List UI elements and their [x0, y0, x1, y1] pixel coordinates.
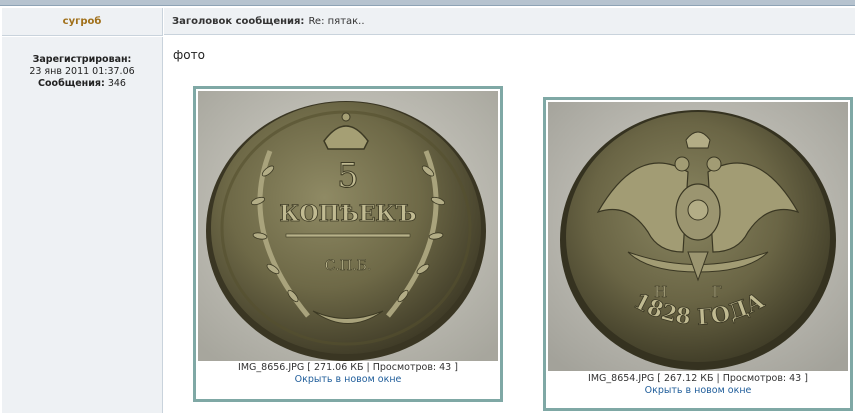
- coin-mint: С.П.Б.: [325, 258, 372, 274]
- registered-label: Зарегистрирован:: [32, 54, 132, 65]
- author-info: Зарегистрирован: 23 янв 2011 01:37.06 Со…: [2, 54, 162, 90]
- attachment-info-1: IMG_8656.JPG [ 271.06 КБ | Просмотров: 4…: [238, 362, 458, 373]
- attachment-image-2[interactable]: Н Г 1828 ГОДА: [548, 102, 848, 371]
- post-subject-cell: Заголовок сообщения: Re: пятак..: [164, 8, 855, 35]
- attachment-2: Н Г 1828 ГОДА IMG_8654.JPG [ 267.12 КБ |…: [543, 97, 853, 411]
- post-content: фото 5 КОПѢЕКЪ С.П.Б. IMG_8656.JPG [271…: [164, 37, 855, 413]
- post-body-text: фото: [173, 48, 205, 62]
- messages-count: 346: [107, 78, 126, 89]
- author-name[interactable]: сугроб: [63, 16, 102, 27]
- coin-word: КОПѢЕКЪ: [279, 201, 416, 227]
- author-profile-panel: Зарегистрирован: 23 янв 2011 01:37.06 Со…: [2, 37, 163, 413]
- post-author-cell: сугроб: [2, 8, 163, 36]
- attachment-caption-1: IMG_8656.JPG [ 271.06 КБ | Просмотров: 4…: [196, 362, 500, 386]
- coin-denomination: 5: [337, 156, 359, 196]
- messages-label: Сообщения:: [38, 78, 105, 89]
- registered-date: 23 янв 2011 01:37.06: [29, 66, 135, 77]
- coin-letters: Н Г: [654, 283, 742, 301]
- attachment-1: 5 КОПѢЕКЪ С.П.Б. IMG_8656.JPG [ 271.06 К…: [193, 86, 503, 402]
- subject-text: Re: пятак..: [308, 15, 365, 27]
- attachment-info-2: IMG_8654.JPG [ 267.12 КБ | Просмотров: 4…: [588, 373, 808, 384]
- subject-label: Заголовок сообщения:: [172, 15, 305, 27]
- open-in-new-window-link-2[interactable]: Окрыть в новом окне: [546, 385, 850, 397]
- attachment-image-1[interactable]: 5 КОПѢЕКЪ С.П.Б.: [198, 91, 498, 361]
- attachment-caption-2: IMG_8654.JPG [ 267.12 КБ | Просмотров: 4…: [546, 373, 850, 397]
- open-in-new-window-link-1[interactable]: Окрыть в новом окне: [196, 374, 500, 386]
